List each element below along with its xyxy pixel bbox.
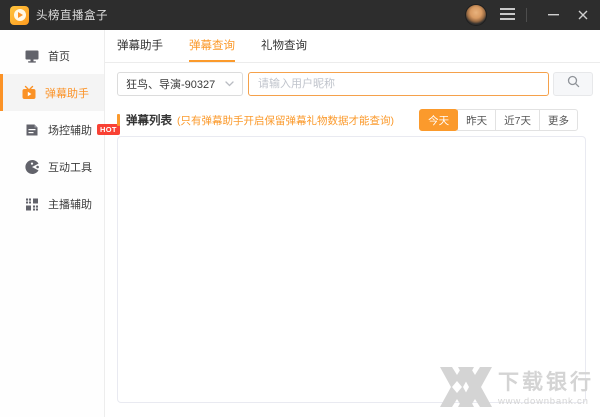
section-hint: (只有弹幕助手开启保留弹幕礼物数据才能查询) [177, 113, 394, 128]
main-panel: 弹幕助手 弹幕查询 礼物查询 狂鸟、导演-90327 [105, 30, 600, 417]
nickname-search-input[interactable] [248, 72, 549, 96]
sidebar-item-label: 场控辅助 [48, 122, 92, 138]
channel-select[interactable]: 狂鸟、导演-90327 [117, 72, 243, 96]
user-avatar[interactable] [465, 4, 487, 26]
channel-select-value: 狂鸟、导演-90327 [126, 76, 225, 92]
titlebar: 头榜直播盒子 [0, 0, 600, 30]
filter-last7days[interactable]: 近7天 [495, 109, 540, 131]
tab-danmaku-query[interactable]: 弹幕查询 [189, 30, 235, 62]
filter-more[interactable]: 更多 [539, 109, 578, 131]
sidebar-item-label: 主播辅助 [48, 196, 92, 212]
monitor-icon [24, 48, 40, 64]
minimize-button[interactable] [538, 0, 568, 30]
sidebar-item-label: 弹幕助手 [45, 85, 89, 101]
section-title: 弹幕列表 [126, 112, 172, 128]
hamburger-menu-icon[interactable] [500, 8, 515, 23]
document-icon [24, 122, 40, 138]
sidebar-item-interactive-tools[interactable]: 互动工具 [0, 148, 104, 185]
sidebar-item-label: 首页 [48, 48, 70, 64]
close-button[interactable] [568, 0, 598, 30]
sidebar-item-anchor-assistant[interactable]: 主播辅助 [0, 185, 104, 222]
sidebar-item-scene-control[interactable]: 场控辅助 HOT [0, 111, 104, 148]
search-row: 狂鸟、导演-90327 [117, 72, 593, 96]
sidebar-item-home[interactable]: 首页 [0, 37, 104, 74]
danmaku-list-box [117, 136, 586, 403]
app-window: 头榜直播盒子 首页 [0, 0, 600, 417]
sidebar-item-danmaku-assistant[interactable]: 弹幕助手 [0, 74, 104, 111]
tab-bar: 弹幕助手 弹幕查询 礼物查询 [105, 30, 600, 63]
date-filter-group: 今天 昨天 近7天 更多 [419, 109, 578, 131]
sidebar-item-label: 互动工具 [48, 159, 92, 175]
app-title: 头榜直播盒子 [36, 7, 108, 23]
app-logo-icon [10, 6, 29, 25]
pacman-icon [24, 159, 40, 175]
titlebar-divider [526, 8, 527, 22]
tv-play-icon [21, 85, 37, 101]
section-accent-bar [117, 114, 120, 126]
filter-today[interactable]: 今天 [419, 109, 458, 131]
filter-yesterday[interactable]: 昨天 [457, 109, 496, 131]
tab-danmaku-assistant[interactable]: 弹幕助手 [117, 30, 163, 62]
chevron-down-icon [225, 78, 234, 90]
search-button[interactable] [553, 72, 593, 96]
tab-gift-query[interactable]: 礼物查询 [261, 30, 307, 62]
list-header: 弹幕列表 (只有弹幕助手开启保留弹幕礼物数据才能查询) 今天 昨天 近7天 更多 [117, 109, 578, 131]
sidebar: 首页 弹幕助手 场控辅助 HOT 互动工具 [0, 30, 105, 417]
search-icon [567, 75, 580, 93]
grid-icon [24, 196, 40, 212]
